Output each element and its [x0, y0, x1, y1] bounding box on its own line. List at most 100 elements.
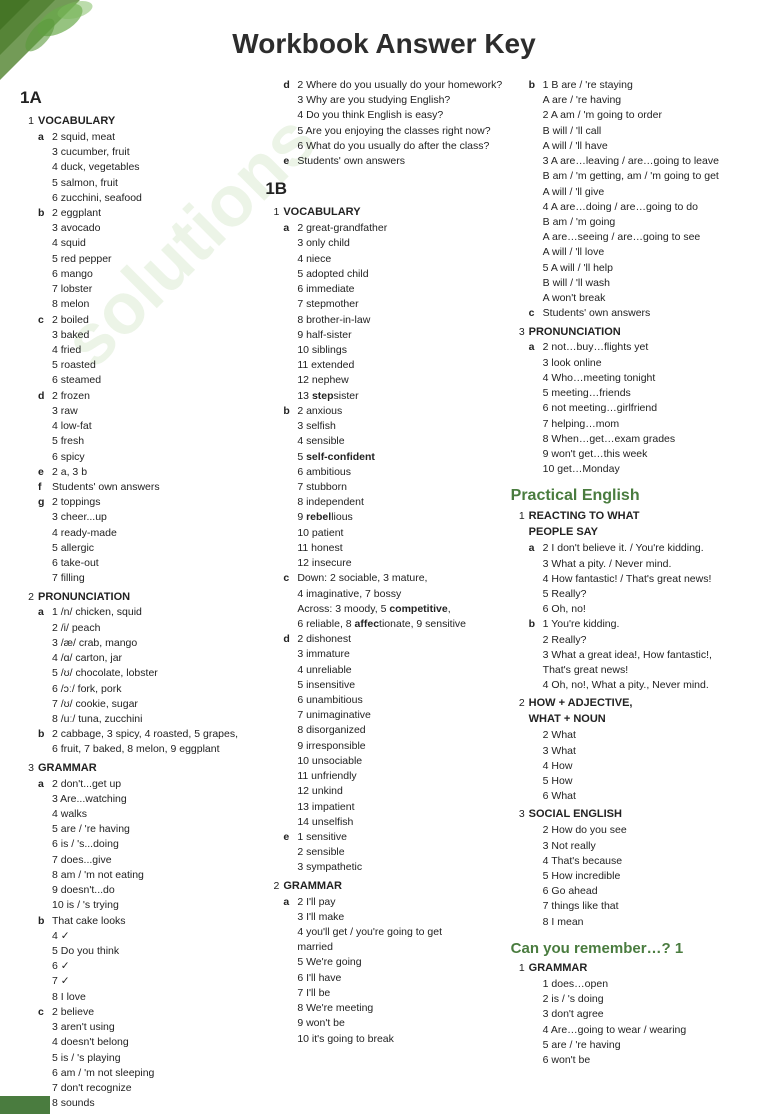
pron-a-1: a1 /n/ chicken, squid — [20, 605, 257, 620]
pron-a-7: 7 /ʊ/ cookie, sugar — [20, 697, 257, 712]
1b-vocab-section: 1 VOCABULARY a2 great-grandfather 3 only… — [265, 205, 502, 875]
1b-vocab-d-7: 7 unimaginative — [265, 708, 502, 723]
1a-e: eStudents' own answers — [265, 154, 502, 169]
1b-gram-a-5: 5 We're going — [265, 955, 502, 970]
1b-vocab-b-8: 8 independent — [265, 495, 502, 510]
1b-pron-a-7: 7 helping…mom — [511, 417, 748, 432]
1b-vocab-d-11: 11 unfriendly — [265, 769, 502, 784]
1b-vocab-b-7: 7 stubborn — [265, 480, 502, 495]
1b-vocab-e-3: 3 sympathetic — [265, 860, 502, 875]
vocab-b-3: 3 avocado — [20, 221, 257, 236]
react-b-3b: That's great news! — [511, 663, 748, 678]
1b-pron-a-8: 8 When…get…exam grades — [511, 432, 748, 447]
1b-b-2b: B will / 'll call — [511, 124, 748, 139]
reacting-header-2: PEOPLE SAY — [511, 525, 748, 541]
1b-vocab-d-9: 9 irresponsible — [265, 739, 502, 754]
1b-b-5c: A won't break — [511, 291, 748, 306]
1b-pron-a-10: 10 get…Monday — [511, 462, 748, 477]
1b-vocab-d-12: 12 unkind — [265, 784, 502, 799]
vocab-a-4: 4 duck, vegetables — [20, 160, 257, 175]
social-4: 4 That's because — [511, 854, 748, 869]
1b-b-5: 5 A will / 'll help — [511, 261, 748, 276]
1b-vocab-a-10: 10 siblings — [265, 343, 502, 358]
vocab-c-5: 5 roasted — [20, 358, 257, 373]
cyr-gram-4: 4 Are…going to wear / wearing — [511, 1023, 748, 1038]
gram-a-3: 3 Are...watching — [20, 792, 257, 807]
cyr-gram-1: 1 does…open — [511, 977, 748, 992]
gram-a-5: 5 are / 're having — [20, 822, 257, 837]
gram-c-3: 3 aren't using — [20, 1020, 257, 1035]
react-b-2: 2 Really? — [511, 633, 748, 648]
1b-b-2c: A will / 'll have — [511, 139, 748, 154]
gram-a-4: 4 walks — [20, 807, 257, 822]
pron-a-4: 4 /ɑ/ carton, jar — [20, 651, 257, 666]
1b-vocab-d-10: 10 unsociable — [265, 754, 502, 769]
gram-c-6: 6 am / 'm not sleeping — [20, 1066, 257, 1081]
column-3: b 1 B are / 're staying A are / 're havi… — [511, 78, 748, 1114]
1b-vocab-b-6: 6 ambitious — [265, 465, 502, 480]
1b-b-label: b 1 B are / 're staying — [511, 78, 748, 93]
1a-d-section: d 2 Where do you usually do your homewor… — [265, 78, 502, 169]
social-header: 3 SOCIAL ENGLISH — [511, 807, 748, 823]
1b-vocab-a-2: a2 great-grandfather — [265, 221, 502, 236]
vocab-g-7: 7 filling — [20, 571, 257, 586]
1b-vocab-d-6: 6 unambitious — [265, 693, 502, 708]
gram-a-9: 9 doesn't...do — [20, 883, 257, 898]
pron-header: 2 PRONUNCIATION — [20, 590, 257, 606]
vocab-b-7: 7 lobster — [20, 282, 257, 297]
vocab-c-3: 3 baked — [20, 328, 257, 343]
social-3: 3 Not really — [511, 839, 748, 854]
cyr-gram-header: 1 GRAMMAR — [511, 961, 748, 977]
1a-d-3: 3 Why are you studying English? — [265, 93, 502, 108]
gram-c-5: 5 is / 's playing — [20, 1051, 257, 1066]
gram-a-10: 10 is / 's trying — [20, 898, 257, 913]
1b-grammar-section: 2 GRAMMAR a2 I'll pay 3 I'll make 4 you'… — [265, 879, 502, 1047]
1b-pron-a-5: 5 meeting…friends — [511, 386, 748, 401]
column-2: d 2 Where do you usually do your homewor… — [265, 78, 502, 1114]
react-a-2: a2 I don't believe it. / You're kidding. — [511, 541, 748, 556]
pron-b-2: 6 fruit, 7 baked, 8 melon, 9 eggplant — [20, 742, 257, 757]
1b-vocab-b-11: 11 honest — [265, 541, 502, 556]
vocab-a-label: a 2 squid, meat — [20, 130, 257, 145]
1b-vocab-a-6: 6 immediate — [265, 282, 502, 297]
can-you-grammar-section: 1 GRAMMAR 1 does…open 2 is / 's doing 3 … — [511, 961, 748, 1068]
react-a-3: 3 What a pity. / Never mind. — [511, 557, 748, 572]
1b-pron-a-2: a2 not…buy…flights yet — [511, 340, 748, 355]
vocab-d-label: d2 frozen — [20, 389, 257, 404]
1a-d-label: d 2 Where do you usually do your homewor… — [265, 78, 502, 93]
pronunciation-section: 2 PRONUNCIATION a1 /n/ chicken, squid 2 … — [20, 590, 257, 758]
gram-b-7: 7 ✓ — [20, 974, 257, 989]
how-adj-3: 3 What — [511, 744, 748, 759]
vocab-g-5: 5 allergic — [20, 541, 257, 556]
1b-pron-section: 3 PRONUNCIATION a2 not…buy…flights yet 3… — [511, 325, 748, 478]
social-english-section: 3 SOCIAL ENGLISH 2 How do you see 3 Not … — [511, 807, 748, 929]
1b-vocab-a-9: 9 half-sister — [265, 328, 502, 343]
1b-vocab-a-3: 3 only child — [265, 236, 502, 251]
vocab-f-label: fStudents' own answers — [20, 480, 257, 495]
pron-a-8: 8 /uː/ tuna, zucchini — [20, 712, 257, 727]
gram-a-7: 7 does...give — [20, 853, 257, 868]
1b-vocab-c-4: 6 reliable, 8 affectionate, 9 sensitive — [265, 617, 502, 632]
1b-vocab-b-4: 4 sensible — [265, 434, 502, 449]
1b-vocab-a-12: 12 nephew — [265, 373, 502, 388]
section-1b-label: 1B — [265, 179, 502, 199]
1b-gram-header: 2 GRAMMAR — [265, 879, 502, 895]
social-8: 8 I mean — [511, 915, 748, 930]
react-a-6: 6 Oh, no! — [511, 602, 748, 617]
1b-vocab-a-5: 5 adopted child — [265, 267, 502, 282]
vocab-section: 1 VOCABULARY a 2 squid, meat 3 cucumber,… — [20, 114, 257, 587]
vocab-b-8: 8 melon — [20, 297, 257, 312]
1b-vocab-header: 1 VOCABULARY — [265, 205, 502, 221]
how-adj-6: 6 What — [511, 789, 748, 804]
1b-vocab-b-2: b2 anxious — [265, 404, 502, 419]
1b-vocab-a-8: 8 brother-in-law — [265, 313, 502, 328]
vocab-title: VOCABULARY — [38, 114, 115, 130]
vocab-c-4: 4 fried — [20, 343, 257, 358]
1b-vocab-b-9: 9 rebellious — [265, 510, 502, 525]
vocab-d-6: 6 spicy — [20, 450, 257, 465]
1b-vocab-d-14: 14 unselfish — [265, 815, 502, 830]
vocab-d-4: 4 low-fat — [20, 419, 257, 434]
react-a-4: 4 How fantastic! / That's great news! — [511, 572, 748, 587]
1b-b-3c: A will / 'll give — [511, 185, 748, 200]
cyr-gram-5: 5 are / 're having — [511, 1038, 748, 1053]
